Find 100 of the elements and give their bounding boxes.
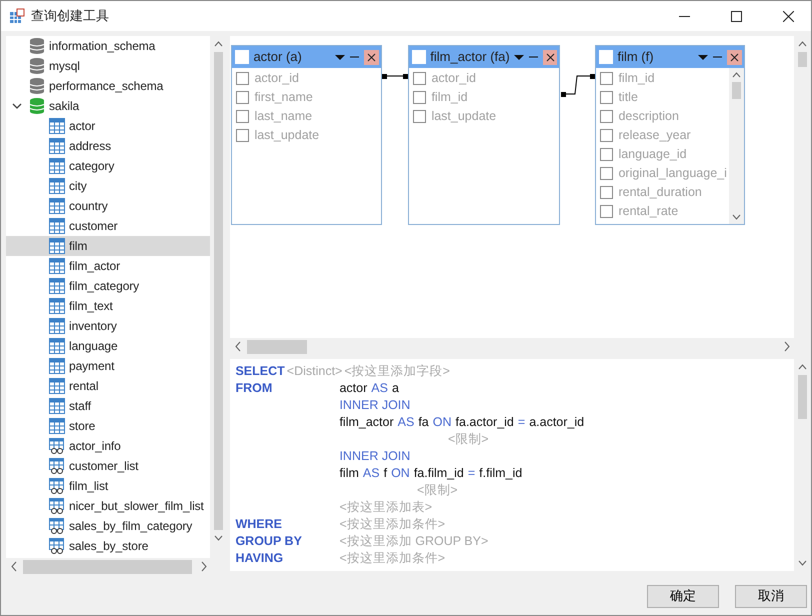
- sql-keyword: AS: [371, 380, 388, 398]
- tree-item[interactable]: sales_by_film_category: [6, 516, 210, 536]
- scroll-thumb[interactable]: [798, 52, 807, 67]
- sql-keyword: GROUP BY: [235, 533, 303, 550]
- view-icon: [49, 538, 65, 554]
- sql-text: actor: [339, 380, 368, 398]
- checkbox[interactable]: [413, 91, 426, 104]
- scroll-thumb[interactable]: [214, 52, 224, 530]
- tree-item[interactable]: actor: [6, 116, 210, 136]
- field-name: first_name: [254, 89, 313, 106]
- tree-item[interactable]: address: [6, 136, 210, 156]
- tree-item[interactable]: customer_list: [6, 456, 210, 476]
- scroll-thumb[interactable]: [23, 560, 192, 574]
- table-title: film (f): [617, 48, 655, 66]
- checkbox[interactable]: [600, 110, 614, 123]
- scroll-thumb[interactable]: [798, 375, 807, 419]
- field-name: original_language_i: [618, 165, 727, 182]
- sql-keyword: SELECT: [235, 363, 285, 380]
- tree-item[interactable]: sakila: [6, 96, 210, 116]
- field-name: actor_id: [431, 70, 476, 88]
- sql-text: a.actor_id: [529, 414, 584, 432]
- view-icon: [49, 478, 65, 494]
- field-name: rental_duration: [618, 184, 702, 202]
- field-name: description: [618, 108, 679, 126]
- checkbox[interactable]: [600, 186, 614, 199]
- table-icon: [49, 178, 65, 194]
- vertical-scrollbar[interactable]: [729, 68, 744, 224]
- tree-item[interactable]: staff: [6, 396, 210, 416]
- tree-item[interactable]: city: [6, 176, 210, 196]
- view-icon: [49, 498, 65, 514]
- window-title: 查询创建工具: [31, 7, 110, 26]
- close-button[interactable]: [364, 50, 380, 64]
- table-card[interactable]: actor (a) actor_id first_name last_name last_update: [231, 45, 382, 225]
- tree-item[interactable]: film_text: [6, 296, 210, 316]
- tree-item[interactable]: film_actor: [6, 256, 210, 276]
- table-icon: [49, 118, 65, 134]
- checkbox[interactable]: [413, 110, 426, 123]
- tree-item[interactable]: category: [6, 156, 210, 176]
- tree-item[interactable]: sales_by_store: [6, 536, 210, 556]
- tree-item[interactable]: film_category: [6, 276, 210, 296]
- dialog-button[interactable]: 取消: [735, 584, 807, 608]
- database-icon: [29, 97, 45, 115]
- tree-item[interactable]: performance_schema: [6, 76, 210, 96]
- tree-item[interactable]: film: [6, 236, 210, 256]
- dropdown-icon: [698, 53, 708, 61]
- table-card[interactable]: film (f) film_id title description release_year language_id original_language_i rental_duration rental_rate: [595, 45, 746, 225]
- tree-item[interactable]: information_schema: [6, 36, 210, 56]
- sql-keyword: FROM: [235, 380, 274, 398]
- close-button[interactable]: [542, 50, 558, 64]
- field-name: rental_rate: [618, 203, 678, 220]
- tree-item[interactable]: payment: [6, 356, 210, 376]
- checkbox[interactable]: [600, 91, 614, 104]
- dialog-button[interactable]: 确定: [647, 584, 719, 608]
- expand-icon: [12, 101, 22, 111]
- checkbox[interactable]: [600, 148, 614, 161]
- table-icon: [49, 198, 65, 214]
- sql-text: fa.actor_id: [456, 414, 514, 432]
- sql-text: fa.film_id: [414, 465, 464, 482]
- checkbox[interactable]: [236, 91, 250, 104]
- tree-item[interactable]: store: [6, 416, 210, 436]
- table-icon: [49, 258, 65, 274]
- sql-keyword: AS: [362, 465, 380, 482]
- checkbox[interactable]: [600, 205, 614, 218]
- tree-item[interactable]: actor_info: [6, 436, 210, 456]
- sql-keyword: =: [468, 465, 476, 482]
- database-icon: [29, 57, 45, 75]
- checkbox[interactable]: [236, 72, 250, 85]
- close-button[interactable]: [727, 50, 742, 64]
- scroll-thumb[interactable]: [732, 82, 742, 99]
- tree-item[interactable]: country: [6, 196, 210, 216]
- view-icon: [49, 438, 65, 454]
- checkbox[interactable]: [600, 72, 614, 85]
- sql-text: film: [339, 465, 359, 482]
- checkbox[interactable]: [236, 110, 250, 123]
- checkbox[interactable]: [600, 129, 614, 142]
- tree-item[interactable]: nicer_but_slower_film_list: [6, 496, 210, 516]
- sql-keyword: =: [518, 414, 526, 432]
- sql-keyword: HAVING: [235, 550, 284, 568]
- tree-item[interactable]: rental: [6, 376, 210, 396]
- checkbox[interactable]: [600, 167, 614, 180]
- field-name: release_year: [618, 127, 691, 144]
- tree-item[interactable]: mysql: [6, 56, 210, 76]
- scroll-thumb[interactable]: [247, 340, 308, 354]
- table-icon: [49, 278, 65, 294]
- table-icon: [49, 158, 65, 174]
- tree-item[interactable]: inventory: [6, 316, 210, 336]
- field-name: film_id: [431, 89, 468, 106]
- table-icon: [49, 318, 65, 334]
- field-name: language_id: [618, 146, 687, 164]
- table-card[interactable]: film_actor (fa) actor_id film_id last_update: [408, 45, 560, 225]
- close-icon: [546, 52, 555, 62]
- dropdown-icon: [335, 53, 346, 61]
- close-icon: [367, 52, 376, 62]
- checkbox[interactable]: [236, 129, 250, 142]
- checkbox[interactable]: [413, 72, 426, 85]
- tree-item[interactable]: customer: [6, 216, 210, 236]
- dropdown-icon: [514, 53, 524, 61]
- tree-item[interactable]: language: [6, 336, 210, 356]
- view-icon: [49, 518, 65, 534]
- tree-item[interactable]: film_list: [6, 476, 210, 496]
